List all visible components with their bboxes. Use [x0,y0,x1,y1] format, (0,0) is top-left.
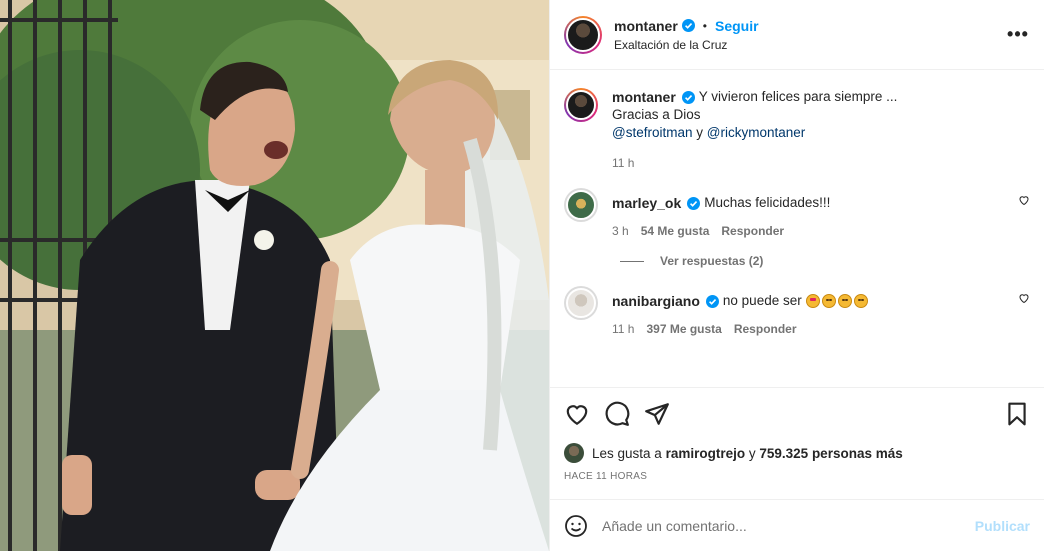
like-comment-heart-icon[interactable] [1018,194,1030,206]
post-time-ago[interactable]: HACE 11 HORAS [550,467,1044,499]
liker-username[interactable]: ramirogtrejo [666,446,746,461]
caption-author-avatar[interactable] [564,88,598,122]
follow-button[interactable]: Seguir [715,18,759,34]
caption-author-username[interactable]: montaner [612,88,676,106]
commenter-avatar[interactable] [564,286,598,320]
caption-text-line2: Gracias a Dios [612,107,701,122]
pleading-face-emoji-icon [837,294,852,308]
comment-text: no puede ser [722,293,802,308]
comments-section[interactable]: montaner Y vivieron felices para siempre… [550,70,1044,387]
pleading-face-emoji-icon [853,294,868,308]
author-avatar[interactable] [564,15,602,54]
comment-item: marley_ok Muchas felicidades!!! 3 h 54 M… [564,188,1030,240]
post-photo[interactable] [0,0,549,551]
verified-badge-icon [681,90,695,104]
comment-like-count[interactable]: 397 Me gusta [646,320,721,338]
verified-badge-icon [705,294,719,308]
post-location[interactable]: Exaltación de la Cruz [614,38,1006,52]
comment-composer: Añade un comentario... Publicar [550,499,1044,551]
emoji-picker-icon[interactable] [564,514,588,538]
post-sidebar: montaner • Seguir Exaltación de la Cruz … [549,0,1044,551]
comment-username[interactable]: marley_ok [612,194,681,212]
comment-like-count[interactable]: 54 Me gusta [641,222,710,240]
comment-input[interactable]: Añade un comentario... [602,518,975,534]
likes-summary[interactable]: Les gusta a ramirogtrejo y 759.325 perso… [550,439,1044,467]
caption-connector: y [696,125,703,140]
like-comment-heart-icon[interactable] [1018,292,1030,304]
like-heart-icon[interactable] [564,401,590,427]
likes-prefix: Les gusta a [592,445,662,461]
separator-dot: • [702,18,707,33]
publish-button[interactable]: Publicar [975,518,1030,534]
save-bookmark-icon[interactable] [1004,401,1030,427]
pleading-face-emoji-icon [821,294,836,308]
caption-timestamp[interactable]: 11 h [612,154,634,172]
post-actions [550,387,1044,439]
view-replies-button[interactable]: Ver respuestas (2) [620,254,1030,268]
comment-timestamp[interactable]: 11 h [612,320,634,338]
caption-mention-stefroitman[interactable]: @stefroitman [612,125,692,140]
more-options-icon[interactable]: ••• [1006,23,1030,47]
comment-item: nanibargiano no puede ser 11 h 397 Me gu… [564,286,1030,338]
comment-text: Muchas felicidades!!! [704,195,831,210]
comment-timestamp[interactable]: 3 h [612,222,629,240]
verified-badge-icon [687,196,701,210]
commenter-avatar[interactable] [564,188,598,222]
likes-connector: y [748,445,756,461]
likes-count[interactable]: 759.325 personas más [759,446,902,461]
caption-mention-rickymontaner[interactable]: @rickymontaner [707,125,805,140]
comment-bubble-icon[interactable] [604,401,630,427]
comment-username[interactable]: nanibargiano [612,292,700,310]
reply-button[interactable]: Responder [734,320,797,338]
comment-emojis [805,294,868,308]
heart-eyes-emoji-icon [805,294,820,308]
liker-avatar[interactable] [564,443,584,463]
author-username[interactable]: montaner [614,18,678,34]
post-caption: montaner Y vivieron felices para siempre… [564,88,1030,172]
replies-divider [620,260,644,262]
verified-badge-icon [681,19,695,32]
wedding-photo-illustration [0,0,549,551]
caption-text-line1: Y vivieron felices para siempre ... [698,89,898,104]
reply-button[interactable]: Responder [721,222,784,240]
post-header: montaner • Seguir Exaltación de la Cruz … [550,0,1044,70]
share-paper-plane-icon[interactable] [644,401,670,427]
view-replies-label: Ver respuestas (2) [660,254,764,268]
